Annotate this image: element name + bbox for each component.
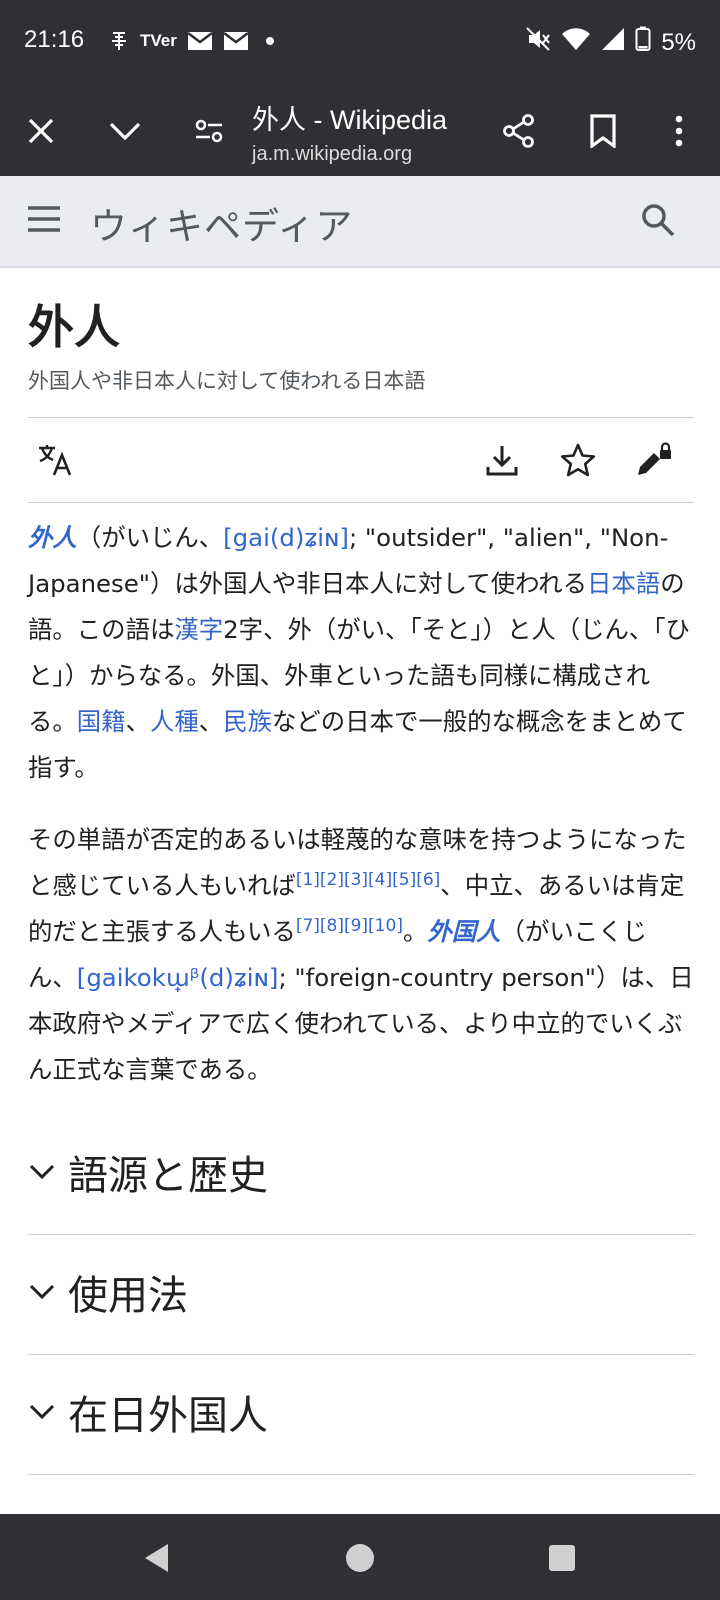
chevron-down-icon bbox=[29, 1164, 55, 1179]
mute-icon bbox=[525, 26, 551, 59]
dot-icon bbox=[259, 30, 281, 52]
text: 。 bbox=[402, 916, 428, 946]
ipa-link-2[interactable]: [gaikokɯ̟ᵝ(d)ʑiɴ] bbox=[77, 963, 279, 992]
link-nihongo[interactable]: 日本語 bbox=[587, 569, 660, 598]
edit-lock-icon bbox=[638, 442, 671, 475]
paragraph-intro: 外人（がいじん、[gai(d)ʑiɴ]; "outsider", "alien"… bbox=[28, 515, 694, 791]
term-gaijin[interactable]: 外人 bbox=[28, 523, 77, 552]
term-gaikokujin[interactable]: 外国人 bbox=[427, 917, 500, 946]
wifi-icon bbox=[561, 27, 591, 58]
references-7-10[interactable]: [7][8][9][10] bbox=[296, 916, 403, 936]
browser-toolbar: 外人 - Wikipedia ja.m.wikipedia.org bbox=[0, 86, 720, 176]
link-kokuseki[interactable]: 国籍 bbox=[77, 707, 126, 736]
recents-icon[interactable] bbox=[546, 1542, 578, 1574]
status-right: 5% bbox=[525, 26, 696, 59]
chevron-down-icon bbox=[29, 1284, 55, 1299]
wiki-header: ウィキペディア bbox=[0, 176, 720, 268]
cell-signal-icon bbox=[601, 27, 625, 58]
translate-icon bbox=[39, 444, 72, 476]
share-icon bbox=[503, 114, 534, 148]
link-minzoku[interactable]: 民族 bbox=[223, 707, 272, 736]
text: 、 bbox=[125, 706, 150, 736]
page-title: 外人 bbox=[28, 300, 120, 354]
page-info-button[interactable] bbox=[186, 108, 232, 154]
paragraph-usage: その単語が否定的あるいは軽蔑的な意味を持つようになったと感じている人もいれば[1… bbox=[28, 817, 694, 1093]
section-etymology[interactable]: 語源と歴史 bbox=[28, 1115, 694, 1235]
chevron-down-icon bbox=[29, 1404, 55, 1419]
wiki-logo[interactable]: ウィキペディア bbox=[90, 196, 353, 250]
tver-icon: TVer bbox=[140, 31, 177, 50]
page-tagline: 外国人や非日本人に対して使われる日本語 bbox=[28, 368, 426, 393]
ipa-link[interactable]: [gai(d)ʑiɴ] bbox=[223, 523, 349, 552]
star-icon bbox=[560, 443, 596, 476]
signal-app-icon bbox=[108, 30, 130, 52]
section-title: 語源と歴史 bbox=[68, 1152, 268, 1199]
article-content: 外人 外国人や非日本人に対して使われる日本語 外人（がいじん、[gai(d)ʑi… bbox=[28, 268, 694, 1475]
gmail-icon bbox=[187, 30, 213, 52]
page-actions bbox=[28, 416, 694, 503]
gmail-icon bbox=[223, 30, 249, 52]
section-title: 在日外国人 bbox=[68, 1392, 268, 1439]
bookmark-icon bbox=[590, 114, 616, 148]
watch-button[interactable] bbox=[558, 440, 598, 480]
home-icon[interactable] bbox=[344, 1542, 376, 1574]
battery-percent: 5% bbox=[661, 28, 696, 56]
download-icon bbox=[486, 445, 518, 476]
status-time: 21:16 bbox=[24, 26, 85, 53]
search-button[interactable] bbox=[640, 202, 680, 242]
link-jinshu[interactable]: 人種 bbox=[150, 707, 199, 736]
system-nav-bar bbox=[0, 1514, 720, 1600]
more-vert-icon bbox=[675, 115, 683, 147]
text: （がいじん、 bbox=[76, 522, 224, 552]
more-options-button[interactable] bbox=[656, 108, 702, 154]
back-icon[interactable] bbox=[142, 1542, 174, 1574]
tab-title-area[interactable]: 外人 - Wikipedia ja.m.wikipedia.org bbox=[252, 98, 447, 166]
tune-icon bbox=[195, 119, 223, 143]
chevron-down-icon bbox=[109, 122, 141, 141]
battery-icon bbox=[635, 26, 651, 59]
tab-url: ja.m.wikipedia.org bbox=[252, 143, 413, 165]
minimize-button[interactable] bbox=[102, 108, 148, 154]
download-button[interactable] bbox=[482, 440, 522, 480]
text: 、 bbox=[198, 706, 224, 736]
main-menu-button[interactable] bbox=[26, 204, 66, 240]
references-1-6[interactable]: [1][2][3][4][5][6] bbox=[296, 870, 440, 890]
close-tab-button[interactable] bbox=[18, 108, 64, 154]
collapsed-sections: 語源と歴史 使用法 在日外国人 bbox=[28, 1115, 694, 1475]
bookmark-button[interactable] bbox=[580, 108, 626, 154]
close-icon bbox=[28, 118, 54, 144]
edit-locked-button[interactable] bbox=[634, 440, 674, 480]
tab-title: 外人 - Wikipedia bbox=[252, 105, 448, 135]
section-title: 使用法 bbox=[68, 1272, 188, 1319]
link-kanji[interactable]: 漢字 bbox=[174, 615, 223, 644]
section-foreigners-in-japan[interactable]: 在日外国人 bbox=[28, 1355, 694, 1475]
section-usage[interactable]: 使用法 bbox=[28, 1235, 694, 1355]
search-icon bbox=[642, 204, 675, 237]
notification-icons: TVer bbox=[108, 30, 281, 52]
hamburger-icon bbox=[28, 206, 60, 232]
status-bar: 21:16 TVer 5% bbox=[0, 0, 720, 86]
language-button[interactable] bbox=[36, 440, 76, 480]
share-button[interactable] bbox=[496, 108, 542, 154]
